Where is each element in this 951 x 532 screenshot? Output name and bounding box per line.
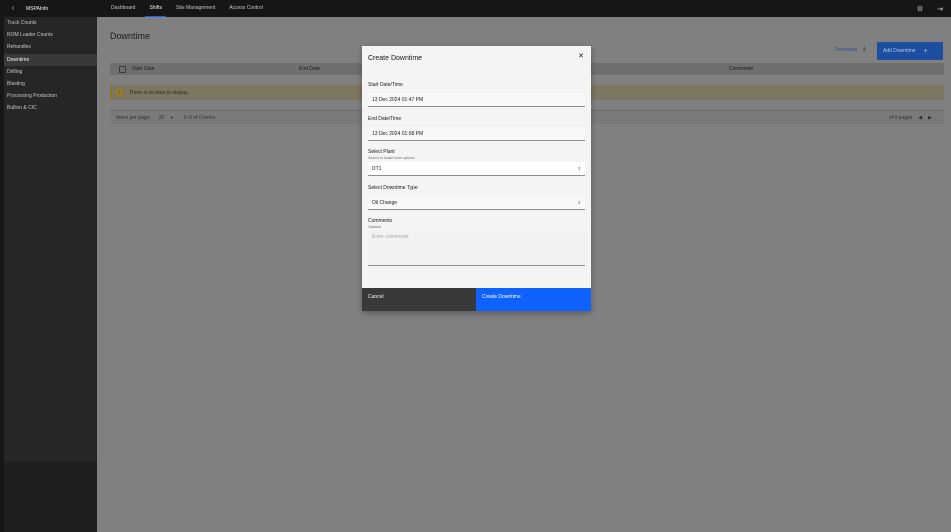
topnav-access-control[interactable]: Access Control: [222, 0, 270, 17]
page-controls: of 0 pages ◀ ▶: [889, 115, 932, 121]
chevron-left-icon[interactable]: ‹: [6, 5, 20, 12]
sidebar-item-processing-production[interactable]: Processing Production: [4, 90, 97, 102]
start-datetime-input[interactable]: 13 Dec 2024 01:47 PM: [368, 93, 585, 107]
topnav-dashboard[interactable]: Dashboard: [104, 0, 142, 17]
column-start-date[interactable]: Start Date: [132, 66, 299, 72]
add-downtime-label: Add Downtime: [883, 48, 916, 54]
plant-helper: Search to locate more options: [368, 156, 415, 160]
items-per-page-label: Items per page:: [116, 114, 151, 121]
sidebar-item-rehandles[interactable]: Rehandles: [4, 41, 97, 53]
settings-icon[interactable]: ⚙: [917, 5, 923, 13]
sidebar-item-bullion-cic[interactable]: Bullion & CIC: [4, 102, 97, 114]
modal-body: Start Date/Time 13 Dec 2024 01:47 PM End…: [368, 82, 585, 266]
cancel-button[interactable]: Cancel: [362, 288, 476, 311]
pages-count: of 0 pages: [888, 114, 913, 121]
sidebar-item-drilling[interactable]: Drilling: [4, 66, 97, 78]
chevron-down-icon: ▼: [169, 114, 174, 120]
comments-label: Comments: [368, 218, 393, 224]
plant-select[interactable]: DT1 ⇕: [368, 162, 585, 176]
warning-icon: !: [116, 89, 123, 96]
plant-label: Select Plant: [368, 149, 395, 155]
sidebar-item-blasting[interactable]: Blasting: [4, 78, 97, 90]
downtime-type-label: Select Downtime Type: [368, 185, 418, 191]
sidebar-item-truck-counts[interactable]: Truck Counts: [4, 17, 97, 29]
top-bar: ‹ MSPAInfo Dashboard Shifts Site Managem…: [0, 0, 951, 17]
items-per-page-select[interactable]: 20 ▼: [159, 115, 174, 121]
sidebar-item-downtime[interactable]: Downtime: [4, 53, 97, 66]
create-downtime-modal: Create Downtime ✕ Start Date/Time 13 Dec…: [362, 46, 591, 311]
items-range: 0–0 of 0 items: [183, 114, 216, 121]
prev-page-icon[interactable]: ◀: [918, 115, 922, 121]
topnav-site-management[interactable]: Site Management: [169, 0, 222, 17]
end-datetime-input[interactable]: 13 Dec 2024 01:58 PM: [368, 127, 585, 141]
topnav-shifts[interactable]: Shifts: [142, 0, 169, 17]
modal-title: Create Downtime: [368, 54, 423, 62]
top-nav: Dashboard Shifts Site Management Access …: [104, 0, 270, 17]
plus-icon: +: [923, 47, 928, 55]
chevron-updown-icon: ⇕: [577, 166, 581, 171]
sidebar: Truck Counts ROM Loader Counts Rehandles…: [4, 17, 97, 532]
empty-message: There is no data to display.: [129, 89, 189, 96]
modal-footer: Cancel Create Downtime: [362, 288, 591, 311]
start-datetime-label: Start Date/Time: [368, 82, 403, 88]
downtime-type-select[interactable]: Oil Change ⇕: [368, 196, 585, 210]
plant-value: DT1: [372, 165, 382, 172]
page-title: Downtime: [110, 31, 151, 41]
comments-textarea[interactable]: Enter comments: [368, 230, 585, 266]
items-per-page-value: 20: [158, 114, 165, 121]
next-page-icon[interactable]: ▶: [928, 115, 932, 121]
download-link[interactable]: Download: [835, 47, 857, 53]
column-comments[interactable]: Comments: [729, 66, 753, 72]
sidebar-item-rom-loader-counts[interactable]: ROM Loader Counts: [4, 29, 97, 41]
add-downtime-button[interactable]: Add Downtime +: [877, 42, 943, 60]
top-icons: ⚙ ⇥: [917, 0, 943, 17]
app-name[interactable]: MSPAInfo: [26, 6, 96, 12]
logout-icon[interactable]: ⇥: [937, 5, 943, 13]
select-all-checkbox[interactable]: [119, 65, 126, 73]
download-icon[interactable]: ⤓: [863, 46, 866, 53]
sidebar-footer: [4, 462, 97, 532]
chevron-updown-icon: ⇕: [577, 200, 581, 205]
create-downtime-button[interactable]: Create Downtime: [476, 288, 591, 311]
close-icon[interactable]: ✕: [578, 52, 584, 60]
end-datetime-label: End Date/Time: [368, 116, 402, 122]
downtime-type-value: Oil Change: [372, 199, 398, 206]
